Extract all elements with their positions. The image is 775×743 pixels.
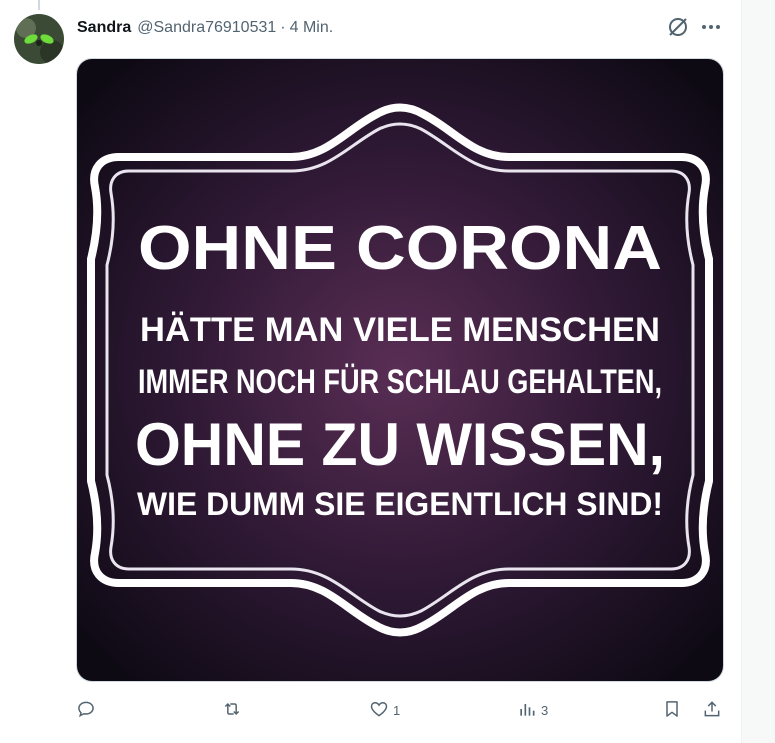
heart-icon <box>369 699 389 722</box>
image-text-line-4: OHNE ZU WISSEN, <box>135 411 665 478</box>
like-button[interactable]: 1 <box>369 696 400 724</box>
bookmark-icon <box>662 699 682 722</box>
tweet-image[interactable]: OHNE CORONA HÄTTE MAN VIELE MENSCHEN IMM… <box>76 58 724 682</box>
timestamp[interactable]: 4 Min. <box>290 19 334 37</box>
image-text-line-3: IMMER NOCH FÜR SCHLAU GEHALTEN, <box>138 363 662 401</box>
thread-line <box>38 0 40 10</box>
retweet-button[interactable] <box>222 696 246 724</box>
author-handle[interactable]: @Sandra76910531 <box>137 19 276 37</box>
bookmark-button[interactable] <box>662 696 682 724</box>
image-text-line-5: WIE DUMM SIE EIGENTLICH SIND! <box>137 486 663 522</box>
views-button[interactable]: 3 <box>517 696 548 724</box>
views-count: 3 <box>541 702 549 718</box>
separator: · <box>280 19 286 36</box>
author-name[interactable]: Sandra <box>77 19 131 37</box>
like-count: 1 <box>393 702 401 718</box>
reply-icon <box>76 699 96 722</box>
views-icon <box>517 699 537 722</box>
share-icon <box>702 699 722 722</box>
more-icon[interactable] <box>699 16 723 38</box>
grok-icon[interactable] <box>667 16 689 38</box>
tweet-card[interactable]: Sandra @Sandra76910531 · 4 Min. OHNE COR… <box>0 0 742 743</box>
reply-button[interactable] <box>76 696 100 724</box>
retweet-icon <box>222 699 242 722</box>
share-button[interactable] <box>702 696 722 724</box>
image-text-line-1: OHNE CORONA <box>138 214 662 283</box>
image-text-line-2: HÄTTE MAN VIELE MENSCHEN <box>140 311 660 349</box>
action-bar: 1 3 <box>76 696 724 724</box>
avatar[interactable] <box>14 14 64 64</box>
tweet-header: Sandra @Sandra76910531 · 4 Min. <box>77 17 333 39</box>
